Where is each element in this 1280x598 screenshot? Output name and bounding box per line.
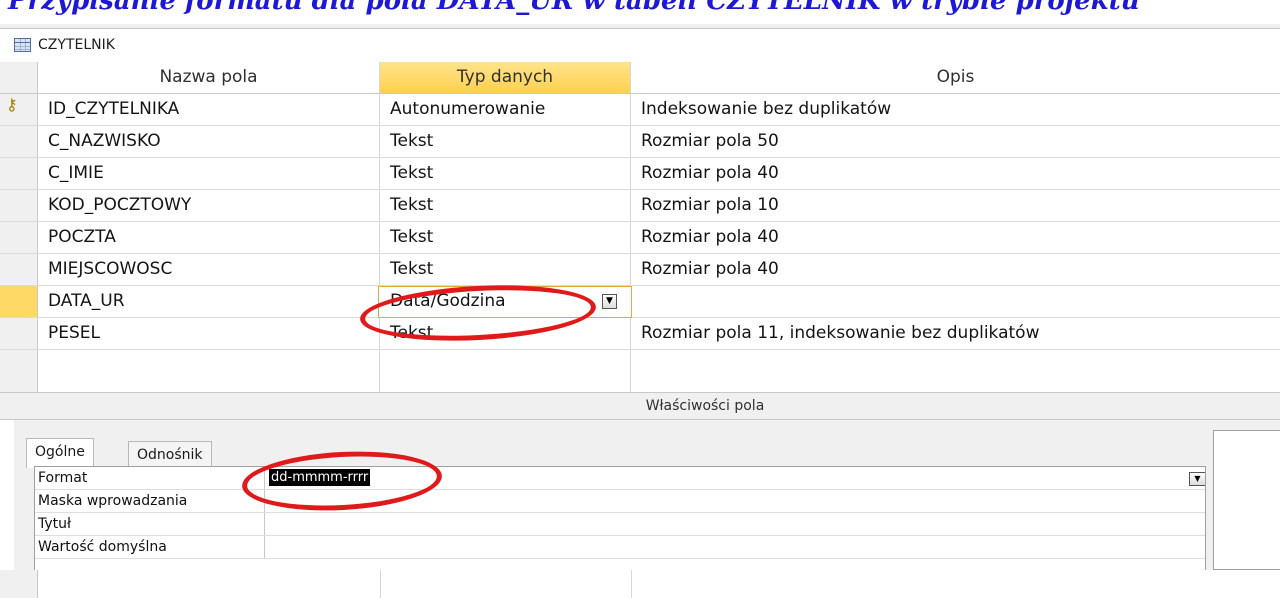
description-cell[interactable] [631,286,1280,317]
row-selector[interactable]: ⚷ [0,94,38,125]
description-cell[interactable]: Indeksowanie bez duplikatów [631,94,1280,125]
property-label: Wartość domyślna [35,536,265,558]
page-heading: Przypisanie formatu dla pola DATA_UR w t… [8,0,1140,16]
field-name-cell[interactable]: C_IMIE [38,158,380,189]
description-cell[interactable]: Rozmiar pola 10 [631,190,1280,221]
page-heading-clipped: Przypisanie formatu dla pola DATA_UR w t… [0,0,1280,22]
field-row[interactable]: PESEL Tekst Rozmiar pola 11, indeksowani… [0,318,1280,350]
row-selector[interactable] [0,126,38,157]
property-row-caption[interactable]: Tytuł [35,513,1205,536]
table-tab-title: CZYTELNIK [38,37,115,53]
description-cell[interactable]: Rozmiar pola 40 [631,254,1280,285]
property-label: Format [35,467,265,489]
object-tab-bar: CZYTELNIK [0,24,1280,62]
property-label: Maska wprowadzania [35,490,265,512]
field-row[interactable]: C_NAZWISKO Tekst Rozmiar pola 50 [0,126,1280,158]
field-name-cell[interactable]: ID_CZYTELNIKA [38,94,380,125]
grid-bottom-strip [0,570,1280,598]
header-data-type[interactable]: Typ danych [380,62,631,93]
field-name-cell[interactable]: MIEJSCOWOSC [38,254,380,285]
row-selector[interactable] [0,222,38,253]
field-row[interactable]: C_IMIE Tekst Rozmiar pola 40 [0,158,1280,190]
property-value[interactable] [265,490,1205,512]
field-properties-title: Właściwości pola [645,398,765,414]
field-properties-pane: Ogólne Odnośnik Format dd-mmmm-rrrr ▼ Ma… [14,420,1280,570]
field-name-cell-empty[interactable] [38,350,380,392]
column-divider [631,570,632,598]
row-selector[interactable] [0,570,38,598]
grid-header-row: Nazwa pola Typ danych Opis [0,62,1280,94]
row-selector[interactable] [0,318,38,349]
property-value[interactable] [265,536,1205,558]
table-tab[interactable]: CZYTELNIK [0,28,1280,62]
description-cell[interactable]: Rozmiar pola 50 [631,126,1280,157]
format-value-selected[interactable]: dd-mmmm-rrrr [269,469,371,486]
field-name-cell[interactable]: DATA_UR [38,286,380,317]
data-type-cell[interactable]: Tekst [380,254,631,285]
row-selector[interactable] [0,254,38,285]
data-type-cell[interactable]: Tekst [380,222,631,253]
property-help-box [1213,430,1280,570]
column-divider [380,570,381,598]
property-row-input-mask[interactable]: Maska wprowadzania [35,490,1205,513]
field-row-current[interactable]: DATA_UR Data/Godzina ▼ [0,286,1280,318]
property-row-format[interactable]: Format dd-mmmm-rrrr ▼ [35,467,1205,490]
field-row[interactable]: POCZTA Tekst Rozmiar pola 40 [0,222,1280,254]
field-row[interactable]: ⚷ ID_CZYTELNIKA Autonumerowanie Indeksow… [0,94,1280,126]
header-field-name[interactable]: Nazwa pola [38,62,380,93]
property-value-format[interactable]: dd-mmmm-rrrr [265,467,1205,489]
data-type-cell[interactable]: Tekst [380,190,631,221]
field-name-cell[interactable]: POCZTA [38,222,380,253]
field-name-cell[interactable]: PESEL [38,318,380,349]
field-properties-bar: Właściwości pola [0,392,1280,420]
data-type-cell[interactable]: Tekst [380,158,631,189]
property-value[interactable] [265,513,1205,535]
description-cell[interactable]: Rozmiar pola 11, indeksowanie bez duplik… [631,318,1280,349]
data-type-cell[interactable]: Tekst [380,318,631,349]
row-selector[interactable] [0,190,38,221]
primary-key-icon: ⚷ [6,95,18,114]
data-type-cell[interactable]: Tekst [380,126,631,157]
field-name-cell[interactable]: KOD_POCZTOWY [38,190,380,221]
tab-general[interactable]: Ogólne [26,438,94,468]
property-label: Tytuł [35,513,265,535]
property-sheet: Format dd-mmmm-rrrr ▼ Maska wprowadzania… [34,466,1206,570]
tab-lookup[interactable]: Odnośnik [128,441,212,467]
data-type-cell[interactable]: Data/Godzina [380,286,631,317]
row-selector[interactable] [0,158,38,189]
row-selector-current[interactable] [0,286,38,317]
format-dropdown-arrow-icon[interactable]: ▼ [1189,472,1205,486]
header-description[interactable]: Opis [631,62,1280,93]
description-cell[interactable]: Rozmiar pola 40 [631,158,1280,189]
field-name-cell[interactable]: C_NAZWISKO [38,126,380,157]
data-type-cell-empty[interactable] [380,350,631,392]
field-row[interactable]: MIEJSCOWOSC Tekst Rozmiar pola 40 [0,254,1280,286]
data-type-cell[interactable]: Autonumerowanie [380,94,631,125]
description-cell[interactable]: Rozmiar pola 40 [631,222,1280,253]
table-icon [14,38,31,52]
field-row-empty[interactable] [0,350,1280,392]
select-all-corner[interactable] [0,62,38,93]
description-cell-empty[interactable] [631,350,1280,392]
row-selector[interactable] [0,350,38,392]
property-row-default-value[interactable]: Wartość domyślna [35,536,1205,559]
field-row[interactable]: KOD_POCZTOWY Tekst Rozmiar pola 10 [0,190,1280,222]
dropdown-arrow-icon[interactable]: ▼ [602,294,617,309]
